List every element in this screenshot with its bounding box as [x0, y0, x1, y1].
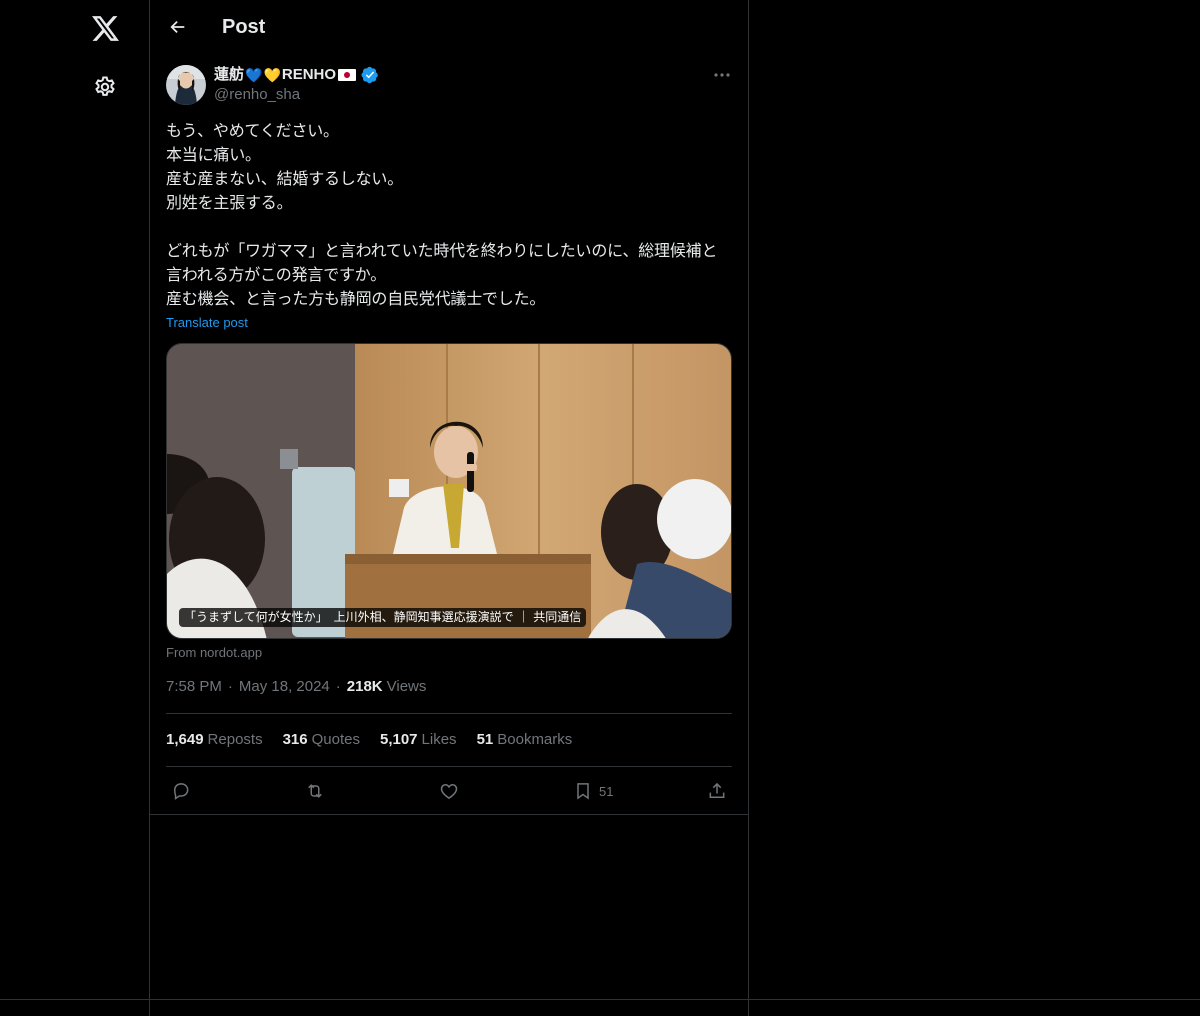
views-count: 218K [346, 678, 383, 695]
meta-separator: · [335, 678, 341, 695]
reposts-stat[interactable]: 1,649 Reposts [166, 730, 263, 750]
share-icon[interactable] [707, 778, 727, 804]
card-image [167, 344, 731, 638]
quotes-stat[interactable]: 316 Quotes [283, 730, 360, 750]
verified-icon[interactable] [361, 66, 379, 84]
page-bottom-border [0, 999, 1200, 1000]
likes-stat[interactable]: 5,107 Likes [380, 730, 457, 750]
reposts-label: Reposts [207, 731, 263, 748]
settings-icon[interactable] [90, 72, 120, 102]
divider [166, 713, 732, 714]
japan-flag-icon [338, 69, 357, 81]
quotes-count: 316 [282, 731, 308, 748]
x-logo-icon[interactable] [87, 10, 123, 46]
author-name-suffix: RENHO [281, 66, 337, 83]
post-bottom-border [150, 814, 748, 815]
meta-separator: · [227, 678, 233, 695]
back-arrow-icon[interactable] [162, 11, 194, 43]
action-bar: 51 [166, 778, 732, 804]
link-card[interactable]: 「うまずして何が女性か」 上川外相、静岡知事選応援演説で ｜ 共同通信 [166, 343, 732, 639]
author-name-text: 蓮舫 [214, 66, 245, 83]
bookmarks-stat[interactable]: 51 Bookmarks [477, 730, 573, 750]
page-title: Post [222, 16, 266, 38]
translate-post-link[interactable]: Translate post [166, 314, 248, 332]
more-icon[interactable] [710, 65, 734, 85]
main-column: Post 蓮舫 💙 💛 RENHO @renho_sha もう、やめてください。… [150, 0, 749, 1016]
like-icon[interactable] [439, 778, 459, 804]
left-nav [0, 0, 150, 1016]
bookmarks-label: Bookmarks [497, 731, 573, 748]
quotes-label: Quotes [311, 731, 360, 748]
bookmark-count: 51 [599, 783, 614, 799]
likes-count: 5,107 [379, 731, 418, 748]
post-date[interactable]: May 18, 2024 [239, 677, 330, 697]
post-stats: 1,649 Reposts 316 Quotes 5,107 Likes 51 Book… [166, 730, 572, 750]
divider [166, 766, 732, 767]
author-display-name[interactable]: 蓮舫 💙 💛 RENHO [214, 65, 379, 85]
post-text: もう、やめてください。 本当に痛い。 産む産まない、結婚するしない。 別姓を主張… [166, 121, 718, 308]
card-source[interactable]: From nordot.app [166, 644, 262, 662]
likes-label: Likes [421, 731, 457, 748]
bookmarks-count: 51 [476, 731, 494, 748]
reply-icon[interactable] [171, 778, 191, 804]
post-header: Post [150, 0, 748, 54]
post-time[interactable]: 7:58 PM [166, 677, 222, 697]
repost-icon[interactable] [304, 778, 326, 804]
yellow-heart-emoji: 💛 [263, 67, 281, 83]
views-label: Views [386, 678, 427, 695]
avatar[interactable] [166, 65, 206, 105]
post-author: 蓮舫 💙 💛 RENHO @renho_sha [214, 65, 379, 105]
bookmark-icon[interactable]: 51 [573, 778, 613, 804]
reposts-count: 1,649 [166, 731, 204, 748]
author-handle[interactable]: @renho_sha [214, 85, 379, 105]
blue-heart-emoji: 💙 [245, 67, 263, 83]
card-caption: 「うまずして何が女性か」 上川外相、静岡知事選応援演説で ｜ 共同通信 [179, 608, 587, 627]
post-meta: 7:58 PM · May 18, 2024 · 218K Views [166, 677, 426, 697]
